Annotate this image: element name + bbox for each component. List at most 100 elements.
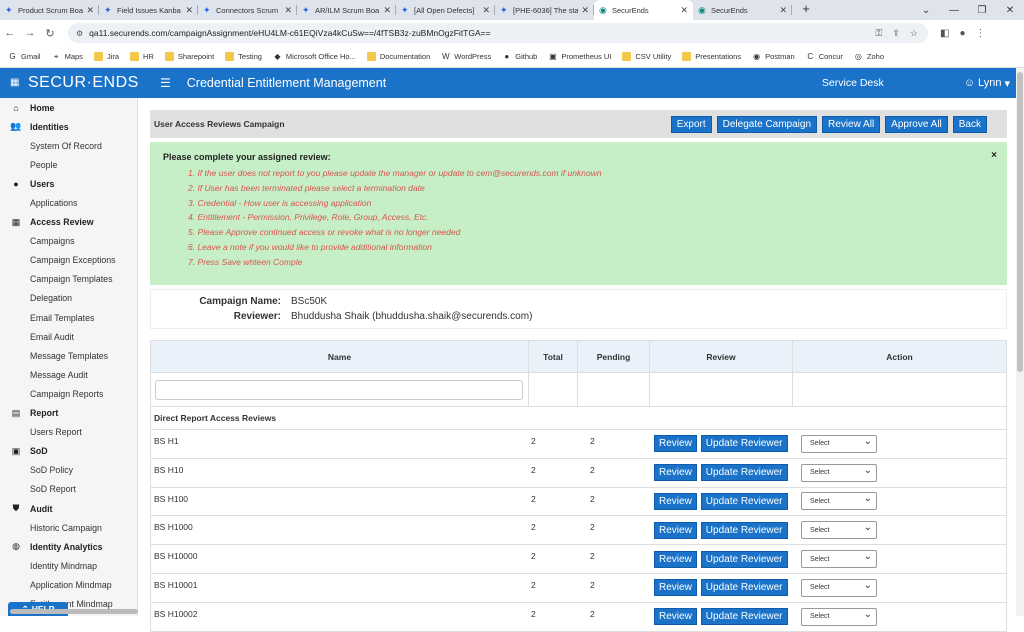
forward-icon[interactable]: →: [20, 27, 40, 39]
site-info-icon[interactable]: ⚙: [76, 29, 83, 38]
hamburger-icon[interactable]: ☰: [160, 76, 171, 90]
export-button[interactable]: Export: [670, 115, 712, 133]
update-reviewer-button[interactable]: Update Reviewer: [700, 579, 788, 597]
tab-close-icon[interactable]: ✕: [86, 5, 94, 16]
action-select[interactable]: Select: [801, 492, 877, 511]
review-button[interactable]: Review: [654, 608, 697, 626]
new-tab-button[interactable]: +: [798, 2, 814, 18]
update-reviewer-button[interactable]: Update Reviewer: [700, 550, 788, 568]
sidebar-item-system-of-record[interactable]: System Of Record: [0, 136, 137, 155]
sidebar-item-identity-analytics[interactable]: ◍ Identity Analytics: [0, 537, 137, 556]
sidebar-item-access-review[interactable]: ▦ Access Review: [0, 213, 137, 232]
col-pending[interactable]: Pending: [578, 341, 650, 372]
scrollbar-thumb[interactable]: [1017, 72, 1023, 372]
update-reviewer-button[interactable]: Update Reviewer: [700, 464, 788, 482]
bookmark-item[interactable]: G Gmail: [8, 52, 40, 61]
bookmark-item[interactable]: ◎ Zoho: [854, 52, 884, 61]
name-filter-input[interactable]: [155, 379, 523, 400]
sidebar-item-application-mindmap[interactable]: Application Mindmap: [0, 575, 137, 594]
tab-close-icon[interactable]: ✕: [482, 5, 490, 16]
share-icon[interactable]: ⇪: [892, 28, 900, 39]
update-reviewer-button[interactable]: Update Reviewer: [700, 521, 788, 539]
review-button[interactable]: Review: [654, 492, 697, 510]
browser-tab[interactable]: ✦ Product Scrum Boa ✕: [0, 0, 99, 20]
sidebar-item-campaign-templates[interactable]: Campaign Templates: [0, 270, 137, 289]
bookmark-item[interactable]: ◆ Microsoft Office Ho...: [273, 52, 355, 61]
action-select[interactable]: Select: [801, 578, 877, 597]
bookmark-item[interactable]: Sharepoint: [164, 52, 214, 61]
service-desk-link[interactable]: Service Desk: [822, 77, 884, 89]
sidebar-item-sod-report[interactable]: SoD Report: [0, 480, 137, 499]
tab-close-icon[interactable]: ✕: [581, 5, 589, 16]
browser-tab[interactable]: ✦ [All Open Defects] ✕: [396, 0, 495, 20]
url-field[interactable]: ⚙ qa11.securends.com/campaignAssignment/…: [68, 23, 928, 43]
bookmark-item[interactable]: Presentations: [682, 52, 741, 61]
browser-tab[interactable]: ◉ SecurEnds ✕: [594, 0, 693, 20]
page-scrollbar[interactable]: [1016, 68, 1024, 616]
sidebar-item-people[interactable]: People: [0, 155, 137, 174]
sidebar-item-report[interactable]: ▤ Report: [0, 404, 137, 423]
key-icon[interactable]: ⚿: [876, 28, 883, 39]
close-window-icon[interactable]: ✕: [996, 5, 1024, 16]
menu-icon[interactable]: ⋮: [976, 28, 986, 39]
sidebar-item-campaign-exceptions[interactable]: Campaign Exceptions: [0, 251, 137, 270]
sidebar-item-email-audit[interactable]: Email Audit: [0, 327, 137, 346]
sidepanel-icon[interactable]: ◧: [940, 28, 949, 39]
review-button[interactable]: Review: [654, 579, 697, 597]
sidebar-item-users-report[interactable]: Users Report: [0, 423, 137, 442]
sidebar-item-message-audit[interactable]: Message Audit: [0, 365, 137, 384]
tab-close-icon[interactable]: ✕: [779, 5, 787, 16]
update-reviewer-button[interactable]: Update Reviewer: [700, 435, 788, 453]
browser-tab[interactable]: ✦ [PHE-6036] The sta ✕: [495, 0, 594, 20]
action-select[interactable]: Select: [801, 521, 877, 540]
sidebar-item-audit[interactable]: ⛊ Audit: [0, 499, 137, 518]
sidebar-item-sod[interactable]: ▣ SoD: [0, 442, 137, 461]
sidebar-item-campaigns[interactable]: Campaigns: [0, 232, 137, 251]
browser-tab[interactable]: ◉ SecurEnds ✕: [693, 0, 792, 20]
tab-search-icon[interactable]: ⌄: [912, 5, 940, 16]
browser-tab[interactable]: ✦ AR/ILM Scrum Boa ✕: [297, 0, 396, 20]
reload-icon[interactable]: ↻: [40, 27, 60, 40]
sidebar-item-identities[interactable]: 👥 Identities: [0, 117, 137, 136]
bookmark-item[interactable]: CSV Utility: [622, 52, 671, 61]
sidebar-item-email-templates[interactable]: Email Templates: [0, 308, 137, 327]
bookmark-item[interactable]: Testing: [225, 52, 262, 61]
update-reviewer-button[interactable]: Update Reviewer: [700, 492, 788, 510]
review-button[interactable]: Review: [654, 521, 697, 539]
bookmark-item[interactable]: ◉ Postman: [752, 52, 795, 61]
apps-grid-icon[interactable]: ▦: [10, 78, 20, 88]
back-icon[interactable]: ←: [0, 27, 20, 39]
col-total[interactable]: Total: [529, 341, 578, 372]
bookmark-item[interactable]: ▣ Prometheus UI: [548, 52, 611, 61]
review-all-button[interactable]: Review All: [822, 115, 881, 133]
bookmark-item[interactable]: W WordPress: [441, 52, 491, 61]
action-select[interactable]: Select: [801, 550, 877, 569]
bookmark-item[interactable]: Documentation: [366, 52, 430, 61]
sidebar-item-sod-policy[interactable]: SoD Policy: [0, 461, 137, 480]
sidebar-item-home[interactable]: ⌂ Home: [0, 98, 137, 117]
sidebar-item-users[interactable]: ● Users: [0, 174, 137, 193]
back-button[interactable]: Back: [952, 115, 987, 133]
update-reviewer-button[interactable]: Update Reviewer: [700, 608, 788, 626]
approve-all-button[interactable]: Approve All: [885, 115, 948, 133]
action-select[interactable]: Select: [801, 434, 877, 453]
sidebar-item-message-templates[interactable]: Message Templates: [0, 346, 137, 365]
sidebar-item-campaign-reports[interactable]: Campaign Reports: [0, 384, 137, 403]
star-icon[interactable]: ☆: [910, 28, 918, 39]
tab-close-icon[interactable]: ✕: [185, 5, 193, 16]
action-select[interactable]: Select: [801, 463, 877, 482]
browser-tab[interactable]: ✦ Connectors Scrum ✕: [198, 0, 297, 20]
close-icon[interactable]: ×: [991, 150, 997, 161]
minimize-icon[interactable]: —: [940, 5, 968, 16]
tab-close-icon[interactable]: ✕: [383, 5, 391, 16]
review-button[interactable]: Review: [654, 435, 697, 453]
sidebar-item-historic-campaign[interactable]: Historic Campaign: [0, 518, 137, 537]
browser-tab[interactable]: ✦ Field Issues Kanba ✕: [99, 0, 198, 20]
tab-close-icon[interactable]: ✕: [284, 5, 292, 16]
bookmark-item[interactable]: C Concur: [806, 52, 843, 61]
restore-icon[interactable]: ❐: [968, 5, 996, 16]
bookmark-item[interactable]: Jira: [93, 52, 119, 61]
delegate-campaign-button[interactable]: Delegate Campaign: [716, 115, 818, 133]
col-name[interactable]: Name: [151, 341, 529, 372]
bookmark-item[interactable]: ⌖ Maps: [52, 52, 83, 61]
